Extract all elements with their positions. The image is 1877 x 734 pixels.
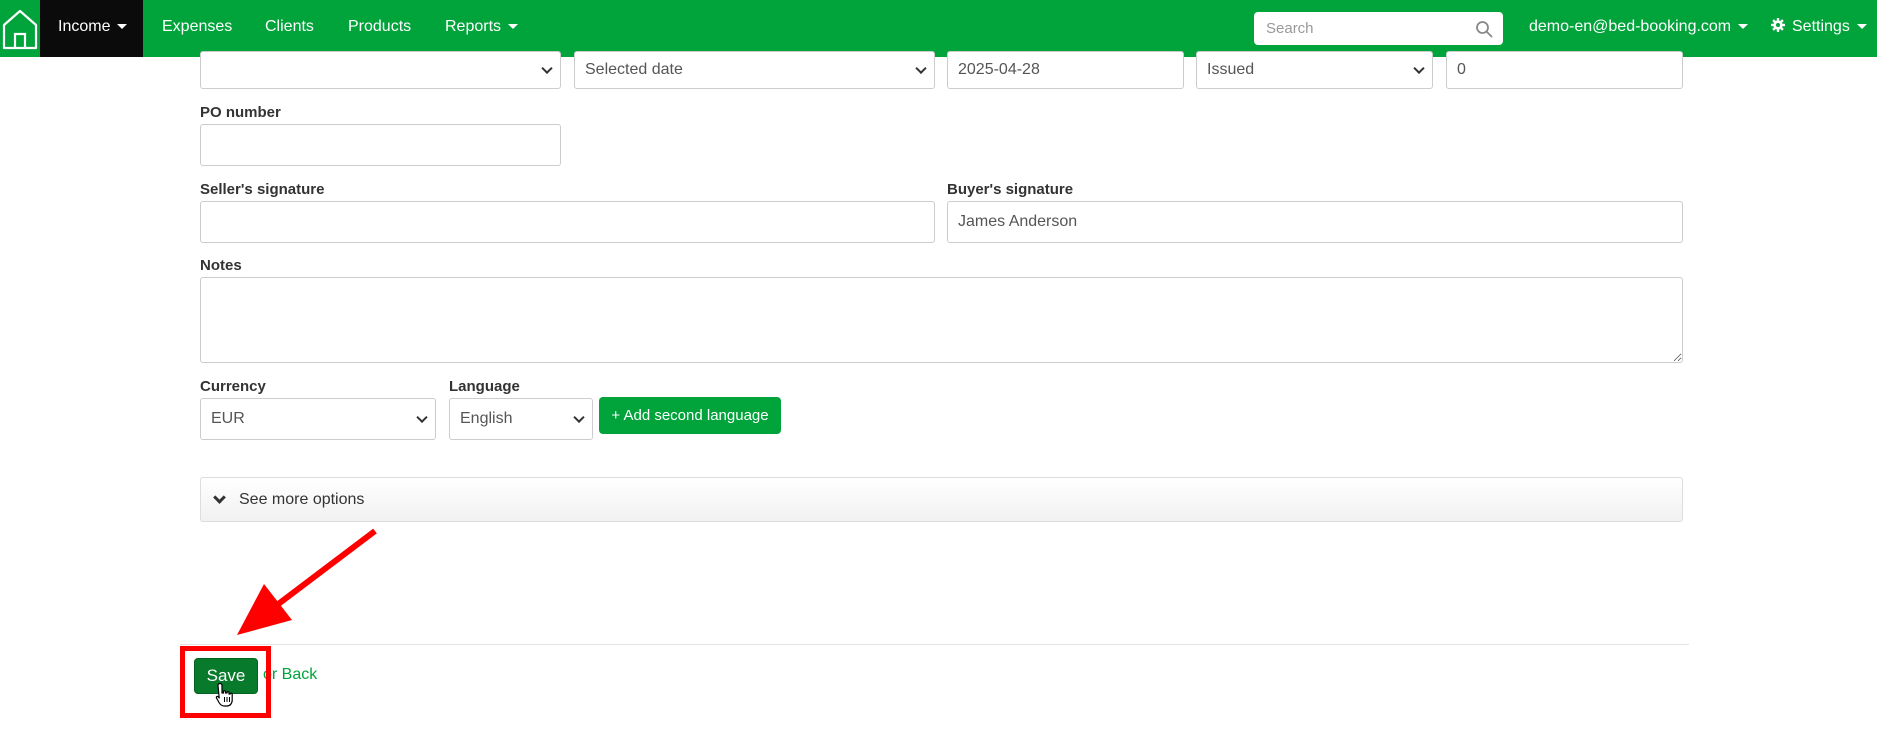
caret-down-icon: [117, 24, 128, 30]
add-second-language-label: + Add second language: [611, 407, 769, 424]
date-field[interactable]: 2025-04-28: [947, 51, 1184, 89]
client-select[interactable]: [200, 51, 561, 89]
back-link[interactable]: or Back: [263, 666, 317, 684]
save-button[interactable]: Save: [194, 658, 258, 694]
settings-menu[interactable]: Settings: [1771, 0, 1867, 57]
top-navbar: Income Expenses Clients Products Reports…: [0, 0, 1877, 57]
nav-clients[interactable]: Clients: [265, 0, 314, 57]
buyer-signature-field[interactable]: James Anderson: [947, 201, 1683, 243]
notes-textarea[interactable]: [200, 277, 1683, 363]
currency-value: EUR: [211, 410, 245, 427]
nav-clients-label: Clients: [265, 18, 314, 35]
currency-label: Currency: [200, 378, 266, 395]
search-input[interactable]: [1254, 12, 1464, 45]
gear-icon: [1771, 18, 1785, 33]
date-field-value: 2025-04-28: [958, 61, 1040, 78]
settings-label: Settings: [1792, 18, 1850, 35]
caret-down-icon: [508, 24, 519, 30]
search-box: [1254, 12, 1503, 45]
language-select[interactable]: English: [449, 398, 593, 440]
chevron-down-icon: [573, 411, 585, 424]
notes-label: Notes: [200, 257, 242, 274]
chevron-down-icon: [915, 62, 927, 75]
chevron-down-icon: [213, 490, 226, 504]
number-field[interactable]: 0: [1446, 51, 1683, 89]
buyer-signature-value: James Anderson: [958, 213, 1078, 230]
save-button-label: Save: [206, 666, 246, 685]
user-email: demo-en@bed-booking.com: [1529, 18, 1732, 35]
footer-divider: [180, 644, 1689, 645]
nav-expenses[interactable]: Expenses: [162, 0, 232, 57]
nav-expenses-label: Expenses: [162, 18, 233, 35]
status-select[interactable]: Issued: [1196, 51, 1433, 89]
nav-income[interactable]: Income: [40, 0, 143, 57]
number-field-value: 0: [1457, 61, 1466, 78]
home-icon: [2, 9, 38, 49]
language-value: English: [460, 410, 513, 427]
chevron-down-icon: [541, 62, 553, 75]
annotation-arrow-icon: [237, 528, 377, 635]
nav-reports[interactable]: Reports: [445, 0, 519, 57]
see-more-options-label: See more options: [239, 490, 365, 508]
chevron-down-icon: [1413, 62, 1425, 75]
buyer-signature-label: Buyer's signature: [947, 181, 1074, 198]
caret-down-icon: [1738, 24, 1749, 30]
caret-down-icon: [1856, 24, 1867, 30]
seller-signature-field[interactable]: [200, 201, 935, 243]
po-number-label: PO number: [200, 104, 281, 121]
add-second-language-button[interactable]: + Add second language: [599, 397, 781, 434]
language-label: Language: [449, 378, 520, 395]
home-button[interactable]: [0, 0, 40, 57]
nav-products[interactable]: Products: [348, 0, 411, 57]
nav-products-label: Products: [348, 18, 412, 35]
date-type-select[interactable]: Selected date: [574, 51, 935, 89]
nav-income-label: Income: [58, 18, 111, 35]
user-menu[interactable]: demo-en@bed-booking.com: [1529, 0, 1749, 57]
see-more-options-toggle[interactable]: See more options: [200, 477, 1683, 522]
po-number-field[interactable]: [200, 124, 561, 166]
status-value: Issued: [1207, 61, 1255, 78]
date-type-value: Selected date: [585, 61, 683, 78]
search-icon[interactable]: [1475, 20, 1493, 38]
seller-signature-label: Seller's signature: [200, 181, 325, 198]
currency-select[interactable]: EUR: [200, 398, 436, 440]
chevron-down-icon: [416, 411, 428, 424]
nav-reports-label: Reports: [445, 18, 502, 35]
